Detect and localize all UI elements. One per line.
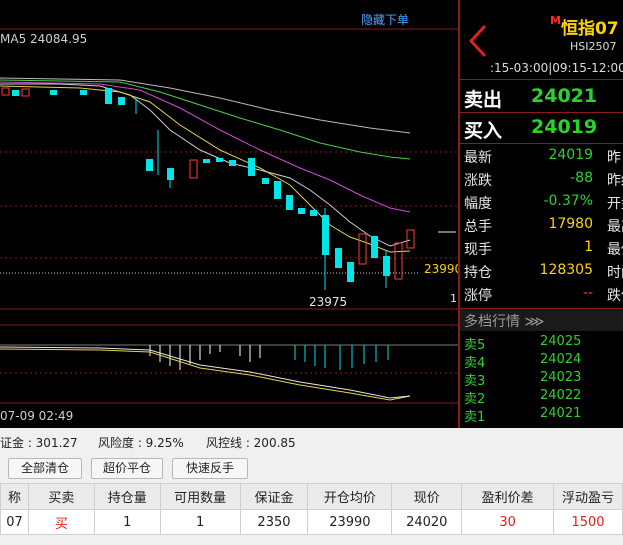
depth-price: 24024	[540, 352, 582, 367]
stat-value: --	[582, 285, 593, 301]
table-cell: 2350	[239, 509, 309, 535]
back-arrow-icon[interactable]	[467, 24, 489, 58]
column-header[interactable]: 持仓量	[93, 483, 161, 510]
buy-row[interactable]: 买入 24019	[464, 113, 623, 143]
kline-svg	[0, 28, 458, 404]
positions-table: 称买卖 持仓量 可用数量 保证金 开仓均价 现价 盈利价差 浮动盈亏 07 买 1 1 2350 239…	[0, 483, 623, 535]
depth-price: 24025	[540, 334, 582, 349]
column-header[interactable]: 可用数量	[159, 483, 241, 510]
stat-label: 持仓	[464, 265, 492, 281]
date-label: 07-09 02:49	[0, 409, 74, 423]
table-cell: 买	[27, 509, 95, 535]
table-cell: 1500	[553, 509, 623, 535]
stat-row: 总手 17980 最高	[460, 214, 623, 237]
stat-label-2: 昨结	[607, 173, 623, 189]
stat-label-2: 昨	[607, 150, 621, 166]
stat-label: 幅度	[464, 196, 492, 212]
stat-label-2: 最高	[607, 219, 623, 235]
margin-text: 证金 : 301.27	[0, 436, 78, 450]
column-header[interactable]: 现价	[391, 483, 463, 510]
symbol-mark: M	[550, 14, 561, 27]
hide-orders-link[interactable]: 隐藏下单	[361, 11, 409, 28]
table-cell: 30	[461, 509, 555, 535]
ma-label: MA5 24084.95	[0, 32, 88, 46]
depth-row[interactable]: 卖1 24021	[460, 405, 623, 425]
depth-row[interactable]: 卖2 24022	[460, 387, 623, 407]
kline-chart[interactable]: 隐藏下单 MA5 24084.95 23975 23990 1 07-09 02…	[0, 0, 462, 428]
stat-label: 涨停	[464, 288, 492, 304]
stat-row: 持仓 128305 时间	[460, 260, 623, 283]
stat-row: 涨跌 -88 昨结	[460, 168, 623, 191]
current-price-tag: 23990	[424, 262, 463, 276]
stat-label-2: 最低	[607, 242, 623, 258]
table-cell: 24020	[391, 509, 463, 535]
stat-value: 1	[584, 239, 593, 255]
account-area: 证金 : 301.27 风险度 : 9.25% 风控线 : 200.85 全部清…	[0, 428, 623, 545]
table-row[interactable]: 07 买 1 1 2350 23990 24020 30 1500	[0, 509, 623, 535]
depth-price: 24022	[540, 388, 582, 403]
divider	[460, 143, 623, 144]
sell-price: 24021	[531, 85, 598, 107]
stat-label-2: 开盘	[607, 196, 623, 212]
quick-reverse-button[interactable]: 快速反手	[172, 458, 248, 479]
stop-line-text: 风控线 : 200.85	[206, 436, 296, 450]
stat-label-2: 时间	[607, 265, 623, 281]
stat-label: 现手	[464, 242, 492, 258]
stat-row: 现手 1 最低	[460, 237, 623, 260]
table-cell: 1	[93, 509, 161, 535]
volume-tag: 1	[450, 292, 457, 305]
stat-value: 24019	[548, 147, 593, 163]
depth-price: 24023	[540, 370, 582, 385]
column-header[interactable]: 保证金	[239, 483, 309, 510]
depth-row[interactable]: 卖4 24024	[460, 351, 623, 371]
depth-title[interactable]: 多档行情 ⋙	[460, 309, 623, 331]
buy-label: 买入	[464, 120, 503, 142]
column-header[interactable]: 浮动盈亏	[553, 483, 623, 510]
depth-price: 24021	[540, 406, 582, 421]
depth-row[interactable]: 卖5 24025	[460, 333, 623, 353]
low-price-label: 23975	[309, 295, 348, 309]
stat-value: -88	[570, 170, 593, 186]
table-cell: 1	[159, 509, 241, 535]
column-header[interactable]: 开仓均价	[307, 483, 393, 510]
stat-row: 涨停 -- 跌停	[460, 283, 623, 306]
symbol-code: HSI2507	[570, 40, 617, 53]
table-cell: 07	[0, 509, 29, 535]
divider	[460, 79, 623, 80]
quote-panel: M恒指07 HSI2507 :15-03:00|09:15-12:00 卖出 2…	[458, 0, 623, 428]
sell-row[interactable]: 卖出 24021	[464, 82, 623, 112]
risk-text: 风险度 : 9.25%	[98, 436, 184, 450]
sell-label: 卖出	[464, 89, 503, 111]
stat-label: 涨跌	[464, 173, 492, 189]
over-price-close-button[interactable]: 超价平仓	[91, 458, 163, 479]
stat-label: 最新	[464, 150, 492, 166]
stat-row: 幅度 -0.37% 开盘	[460, 191, 623, 214]
table-cell: 23990	[307, 509, 393, 535]
stat-value: -0.37%	[543, 193, 593, 209]
stat-value: 17980	[548, 216, 593, 232]
stat-label: 总手	[464, 219, 492, 235]
buy-price: 24019	[531, 116, 598, 138]
column-header[interactable]: 买卖	[27, 483, 95, 510]
close-all-button[interactable]: 全部清仓	[8, 458, 82, 479]
trading-sessions: :15-03:00|09:15-12:00	[490, 61, 623, 75]
symbol-title: 恒指07	[560, 19, 619, 39]
depth-label: 卖1	[464, 410, 486, 425]
table-header-row: 称买卖 持仓量 可用数量 保证金 开仓均价 现价 盈利价差 浮动盈亏	[0, 483, 623, 510]
symbol-name: M恒指07	[550, 14, 619, 39]
candles	[1, 87, 415, 290]
stat-row: 最新 24019 昨	[460, 145, 623, 168]
stat-value: 128305	[539, 262, 593, 278]
stat-label-2: 跌停	[607, 288, 623, 304]
depth-row[interactable]: 卖3 24023	[460, 369, 623, 389]
macd-panel	[0, 344, 458, 401]
column-header[interactable]: 称	[0, 483, 29, 510]
column-header[interactable]: 盈利价差	[461, 483, 555, 510]
